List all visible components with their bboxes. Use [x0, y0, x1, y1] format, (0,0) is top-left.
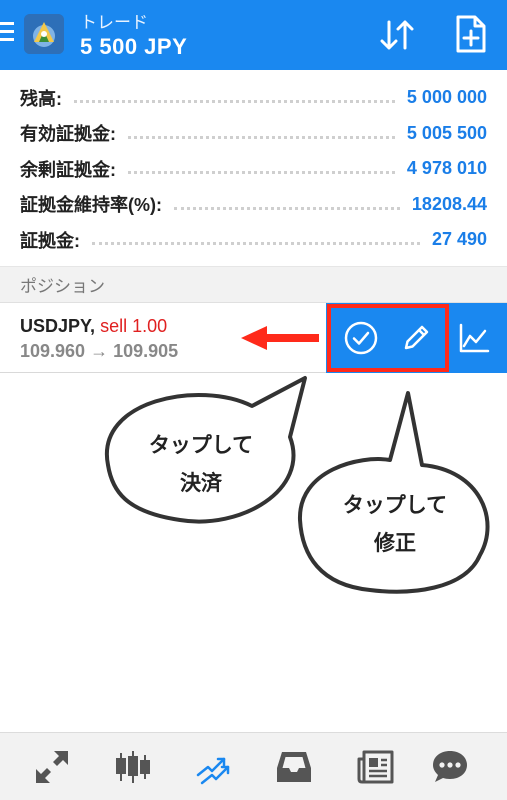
account-value: 4 978 010 — [406, 158, 487, 179]
trade-icon[interactable] — [194, 747, 234, 787]
quotes-icon[interactable] — [32, 747, 72, 787]
pencil-icon — [404, 325, 429, 350]
dotted-leader — [128, 171, 395, 175]
modify-position-button[interactable] — [398, 320, 434, 356]
account-row-equity: 有効証拠金: 5 005 500 — [0, 116, 507, 152]
account-row-free-margin: 余剰証拠金: 4 978 010 — [0, 151, 507, 187]
account-label: 残高: — [20, 88, 62, 109]
check-circle-icon — [344, 321, 378, 355]
app-header: トレード 5 500 JPY — [0, 0, 507, 70]
position-side: sell 1.00 — [100, 316, 168, 336]
close-position-button[interactable] — [343, 320, 379, 356]
modify-annotation-text: タップして 修正 — [342, 494, 448, 555]
account-value: 27 490 — [431, 229, 487, 250]
header-balance: 5 500 JPY — [80, 34, 188, 59]
dotted-leader — [74, 100, 395, 104]
account-label: 有効証拠金: — [20, 124, 116, 145]
dotted-leader — [128, 135, 395, 139]
app-logo — [24, 14, 64, 54]
position-symbol: USDJPY, — [20, 316, 96, 336]
menu-icon[interactable] — [0, 22, 14, 44]
sort-icon[interactable] — [378, 16, 416, 54]
bottom-navigation — [0, 732, 507, 800]
position-prices: 109.960 → 109.905 — [20, 341, 179, 361]
section-title: ポジション — [20, 277, 105, 296]
position-symbol-line: USDJPY, sell 1.00 — [20, 316, 167, 337]
chart-icon[interactable] — [113, 747, 153, 787]
dotted-leader — [92, 242, 420, 246]
chat-icon[interactable] — [430, 747, 470, 787]
account-summary: 残高: 5 000 000 有効証拠金: 5 005 500 余剰証拠金: 4 … — [0, 80, 507, 258]
account-row-margin-level: 証拠金維持率(%): 18208.44 — [0, 187, 507, 223]
red-arrow-icon — [241, 326, 319, 350]
account-value: 18208.44 — [411, 193, 487, 214]
account-row-balance: 残高: 5 000 000 — [0, 80, 507, 116]
news-icon[interactable] — [356, 747, 396, 787]
dotted-leader — [174, 206, 400, 210]
account-value: 5 005 500 — [406, 122, 487, 143]
account-row-margin: 証拠金: 27 490 — [0, 222, 507, 258]
positions-section-header: ポジション — [0, 266, 507, 303]
line-chart-icon — [459, 323, 490, 353]
account-label: 証拠金維持率(%): — [20, 195, 162, 216]
account-value: 5 000 000 — [406, 87, 487, 108]
history-icon[interactable] — [274, 747, 314, 787]
chart-button[interactable] — [456, 320, 492, 356]
account-label: 余剰証拠金: — [20, 159, 116, 180]
header-title: トレード — [80, 13, 148, 32]
close-annotation-text: タップして 決済 — [148, 434, 254, 495]
account-label: 証拠金: — [20, 230, 80, 251]
new-order-icon[interactable] — [455, 14, 487, 54]
